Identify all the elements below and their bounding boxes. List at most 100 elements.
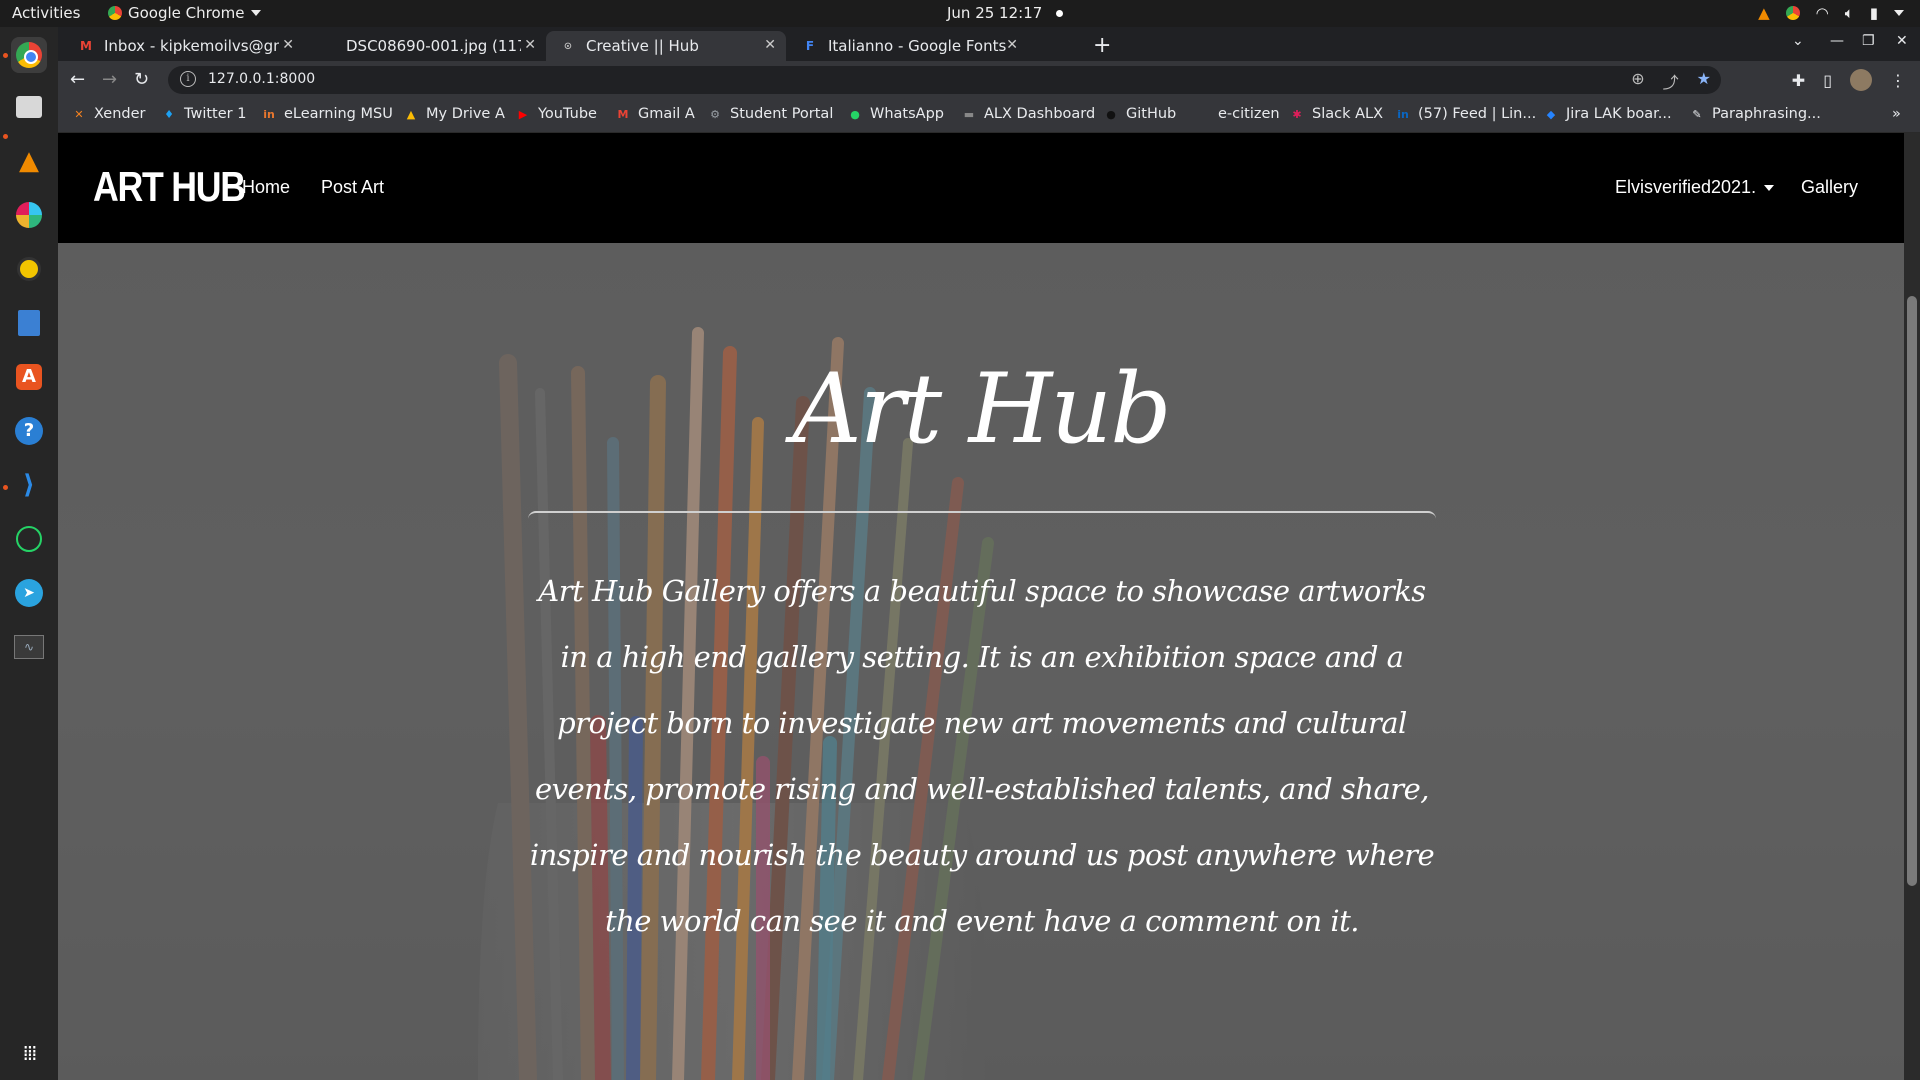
tab-title: DSC08690-001.jpg (1170× [346, 37, 521, 55]
whatsapp-dock-icon[interactable] [11, 521, 47, 557]
back-button[interactable]: ← [70, 69, 85, 90]
menu-kebab-icon[interactable]: ⋮ [1890, 71, 1906, 90]
help-dock-icon[interactable]: ? [11, 413, 47, 449]
files-dock-icon[interactable] [11, 89, 47, 125]
bookmark-item[interactable]: e-citizen [1196, 106, 1280, 122]
running-indicator [3, 53, 8, 58]
slack-dock-icon[interactable] [11, 197, 47, 233]
site-info-icon[interactable]: i [180, 71, 196, 87]
bookmark-star-icon[interactable]: ★ [1697, 69, 1711, 93]
system-tray[interactable]: ▲ ◠ 🔈︎ ▮ [1758, 4, 1904, 22]
new-tab-button[interactable]: + [1093, 33, 1111, 58]
bookmark-item[interactable]: in (57) Feed | Lin... [1396, 106, 1536, 122]
app-menu[interactable]: Google Chrome [108, 4, 261, 22]
vscode-dock-icon[interactable]: ⟩ [11, 467, 47, 503]
notification-dot-icon [1056, 10, 1064, 17]
running-indicator [3, 485, 8, 490]
software-center-dock-icon[interactable]: A [11, 359, 47, 395]
chrome-tray-icon[interactable] [1785, 6, 1800, 20]
hero-description: Art Hub Gallery offers a beautiful space… [529, 574, 1435, 938]
address-bar[interactable]: i 127.0.0.1:8000 ⊕ ⤴ ★ [168, 66, 1721, 94]
bookmark-item[interactable]: ⚙ Student Portal [708, 106, 833, 122]
user-dropdown[interactable]: Elvisverified2021. [1615, 177, 1775, 198]
gmail-icon: M [80, 39, 92, 53]
bookmark-item[interactable]: ✕ Xender [72, 106, 145, 122]
app-menu-label: Google Chrome [128, 4, 245, 22]
image-icon [320, 38, 336, 54]
bookmark-item[interactable]: ✎ Paraphrasing... [1690, 106, 1821, 122]
forward-button[interactable]: → [102, 69, 117, 90]
browser-tab[interactable]: M Inbox - kipkemoilvs@gma ✕ [64, 31, 304, 61]
chevron-down-icon[interactable] [1894, 10, 1904, 16]
bookmark-label: Paraphrasing... [1712, 106, 1821, 122]
bookmark-item[interactable]: ✱ Slack ALX [1290, 106, 1383, 122]
close-icon[interactable]: ✕ [524, 37, 536, 53]
page-scrollbar[interactable] [1904, 133, 1920, 1080]
browser-tab[interactable]: DSC08690-001.jpg (1170× ✕ [306, 31, 546, 61]
slack-icon: ✱ [1292, 107, 1302, 121]
share-icon[interactable]: ⤴ [1663, 69, 1679, 93]
vlc-tray-icon[interactable]: ▲ [1758, 4, 1770, 22]
chrome-dock-icon[interactable] [11, 37, 47, 73]
nav-home-link[interactable]: Home [242, 177, 290, 198]
nav-post-art-link[interactable]: Post Art [321, 177, 384, 198]
vlc-dock-icon[interactable]: ▲ [11, 143, 47, 179]
github-icon: ● [1106, 107, 1116, 121]
chrome-icon [108, 6, 122, 20]
more-bookmarks-button[interactable]: » [1892, 106, 1901, 122]
extensions-icon[interactable]: ✚ [1792, 71, 1805, 90]
side-panel-icon[interactable]: ▯ [1823, 71, 1832, 90]
close-icon[interactable]: ✕ [764, 37, 776, 53]
gmail-icon: M [617, 107, 629, 121]
close-icon[interactable]: ✕ [282, 37, 294, 53]
linkedin-icon: in [1397, 107, 1409, 121]
student-portal-icon: ⚙ [710, 107, 720, 121]
bookmark-item[interactable]: M Gmail A [616, 106, 695, 122]
google-drive-icon: ▲ [406, 107, 416, 121]
system-monitor-dock-icon[interactable]: ∿ [11, 629, 47, 665]
bookmark-item[interactable]: ● WhatsApp [848, 106, 944, 122]
restore-button[interactable]: ❐ [1862, 33, 1875, 49]
volume-icon[interactable]: 🔈︎ [1845, 4, 1854, 22]
bookmark-label: GitHub [1126, 106, 1177, 122]
whatsapp-icon: ● [850, 107, 860, 121]
alx-icon: ▬ [963, 107, 975, 121]
close-icon[interactable]: ✕ [1006, 37, 1018, 53]
bookmark-item[interactable]: ● GitHub [1104, 106, 1176, 122]
show-applications-icon[interactable]: ⁞⁞⁞ [11, 1035, 47, 1071]
clock[interactable]: Jun 25 12:17 [947, 4, 1064, 22]
chevron-down-icon [250, 10, 261, 16]
activities-button[interactable]: Activities [12, 4, 80, 22]
bookmark-label: Student Portal [730, 106, 834, 122]
browser-tab[interactable]: F Italianno - Google Fonts ✕ [788, 31, 1028, 61]
reload-button[interactable]: ↻ [134, 69, 149, 90]
site-brand[interactable]: ART HUB [93, 163, 246, 211]
bookmark-label: Twitter 1 [184, 106, 247, 122]
tab-search-icon[interactable]: ⌄ [1792, 33, 1804, 49]
bookmark-item[interactable]: ▲ My Drive A [404, 106, 505, 122]
close-window-button[interactable]: ✕ [1896, 33, 1908, 49]
bookmark-item[interactable]: ▶ YouTube [516, 106, 597, 122]
bookmark-label: (57) Feed | Lin... [1418, 106, 1537, 122]
battery-icon[interactable]: ▮ [1870, 4, 1878, 22]
bookmark-item[interactable]: ▬ ALX Dashboard [962, 106, 1095, 122]
zoom-icon[interactable]: ⊕ [1631, 69, 1644, 93]
bookmark-item[interactable]: in eLearning MSU [262, 106, 393, 122]
bookmark-item[interactable]: ◆ Jira LAK boar... [1544, 106, 1672, 122]
hero-section: Art Hub Art Hub Gallery offers a beautif… [58, 243, 1904, 1080]
profile-avatar[interactable] [1850, 69, 1872, 91]
page-viewport: ART HUB Home Post Art Elvisverified2021.… [58, 133, 1904, 1080]
browser-tab-strip: M Inbox - kipkemoilvs@gma ✕ DSC08690-001… [58, 27, 1920, 61]
tab-title: Creative || Hub [586, 37, 699, 55]
nav-gallery-link[interactable]: Gallery [1801, 177, 1858, 198]
writer-dock-icon[interactable] [11, 305, 47, 341]
scrollbar-thumb[interactable] [1907, 296, 1917, 886]
rhythmbox-dock-icon[interactable] [11, 251, 47, 287]
url-text: 127.0.0.1:8000 [208, 71, 316, 87]
wifi-icon[interactable]: ◠ [1816, 4, 1829, 22]
minimize-button[interactable]: — [1830, 33, 1844, 49]
tab-title: Inbox - kipkemoilvs@gma [104, 37, 279, 55]
browser-tab-active[interactable]: ⊙ Creative || Hub ✕ [546, 31, 786, 61]
bookmark-item[interactable]: ♦ Twitter 1 [162, 106, 246, 122]
telegram-dock-icon[interactable]: ➤ [11, 575, 47, 611]
